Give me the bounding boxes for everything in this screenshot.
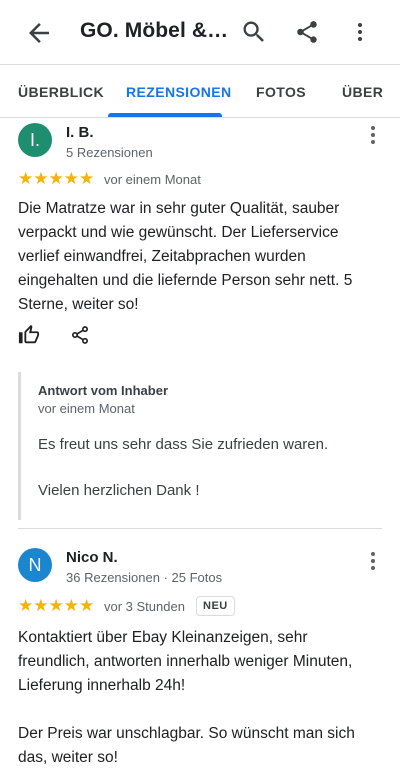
reviewer-meta: 36 Rezensionen · 25 Fotos [66,570,223,585]
reviewer-name[interactable]: Nico N. [66,549,118,566]
star-rating: ★★★★★ [18,169,95,188]
new-badge: NEU [196,596,235,616]
review-text: Kontaktiert über Ebay Kleinanzeigen, seh… [18,629,355,766]
share-icon[interactable] [294,18,320,46]
review-divider [18,528,382,529]
thumb-up-icon[interactable] [18,324,40,346]
tab-ueber[interactable]: ÜBER [342,84,383,100]
more-vert-icon[interactable] [367,551,379,571]
tab-ueberblick[interactable]: ÜBERBLICK [18,84,104,100]
more-vert-icon[interactable] [348,18,372,46]
app-bar: GO. Möbel & ... [0,0,400,64]
tab-bar: ÜBERBLICK REZENSIONEN FOTOS ÜBER [0,65,400,119]
review-time: vor einem Monat [104,172,201,187]
share-icon[interactable] [70,324,90,346]
more-vert-icon[interactable] [367,125,379,145]
avatar[interactable]: I. [18,123,52,157]
arrow-back-icon[interactable] [24,18,54,48]
review-text: Die Matratze war in sehr guter Qualität,… [18,200,353,313]
owner-reply-text: Vielen herzlichen Dank ! [38,482,200,499]
tab-bar-divider [0,117,400,118]
reviewer-meta: 5 Rezensionen [66,145,153,160]
review-time: vor 3 Stunden [104,599,185,614]
tab-rezensionen[interactable]: REZENSIONEN [126,84,232,100]
owner-reply-text: Es freut uns sehr dass Sie zufrieden war… [38,436,329,453]
place-title: GO. Möbel & ... [80,19,230,42]
search-icon[interactable] [240,18,268,46]
tab-fotos[interactable]: FOTOS [256,84,306,100]
owner-reply-title: Antwort vom Inhaber [38,383,169,398]
owner-reply-time: vor einem Monat [38,401,135,416]
reviewer-name[interactable]: I. B. [66,124,94,141]
star-rating: ★★★★★ [18,596,95,615]
avatar[interactable]: N [18,548,52,582]
